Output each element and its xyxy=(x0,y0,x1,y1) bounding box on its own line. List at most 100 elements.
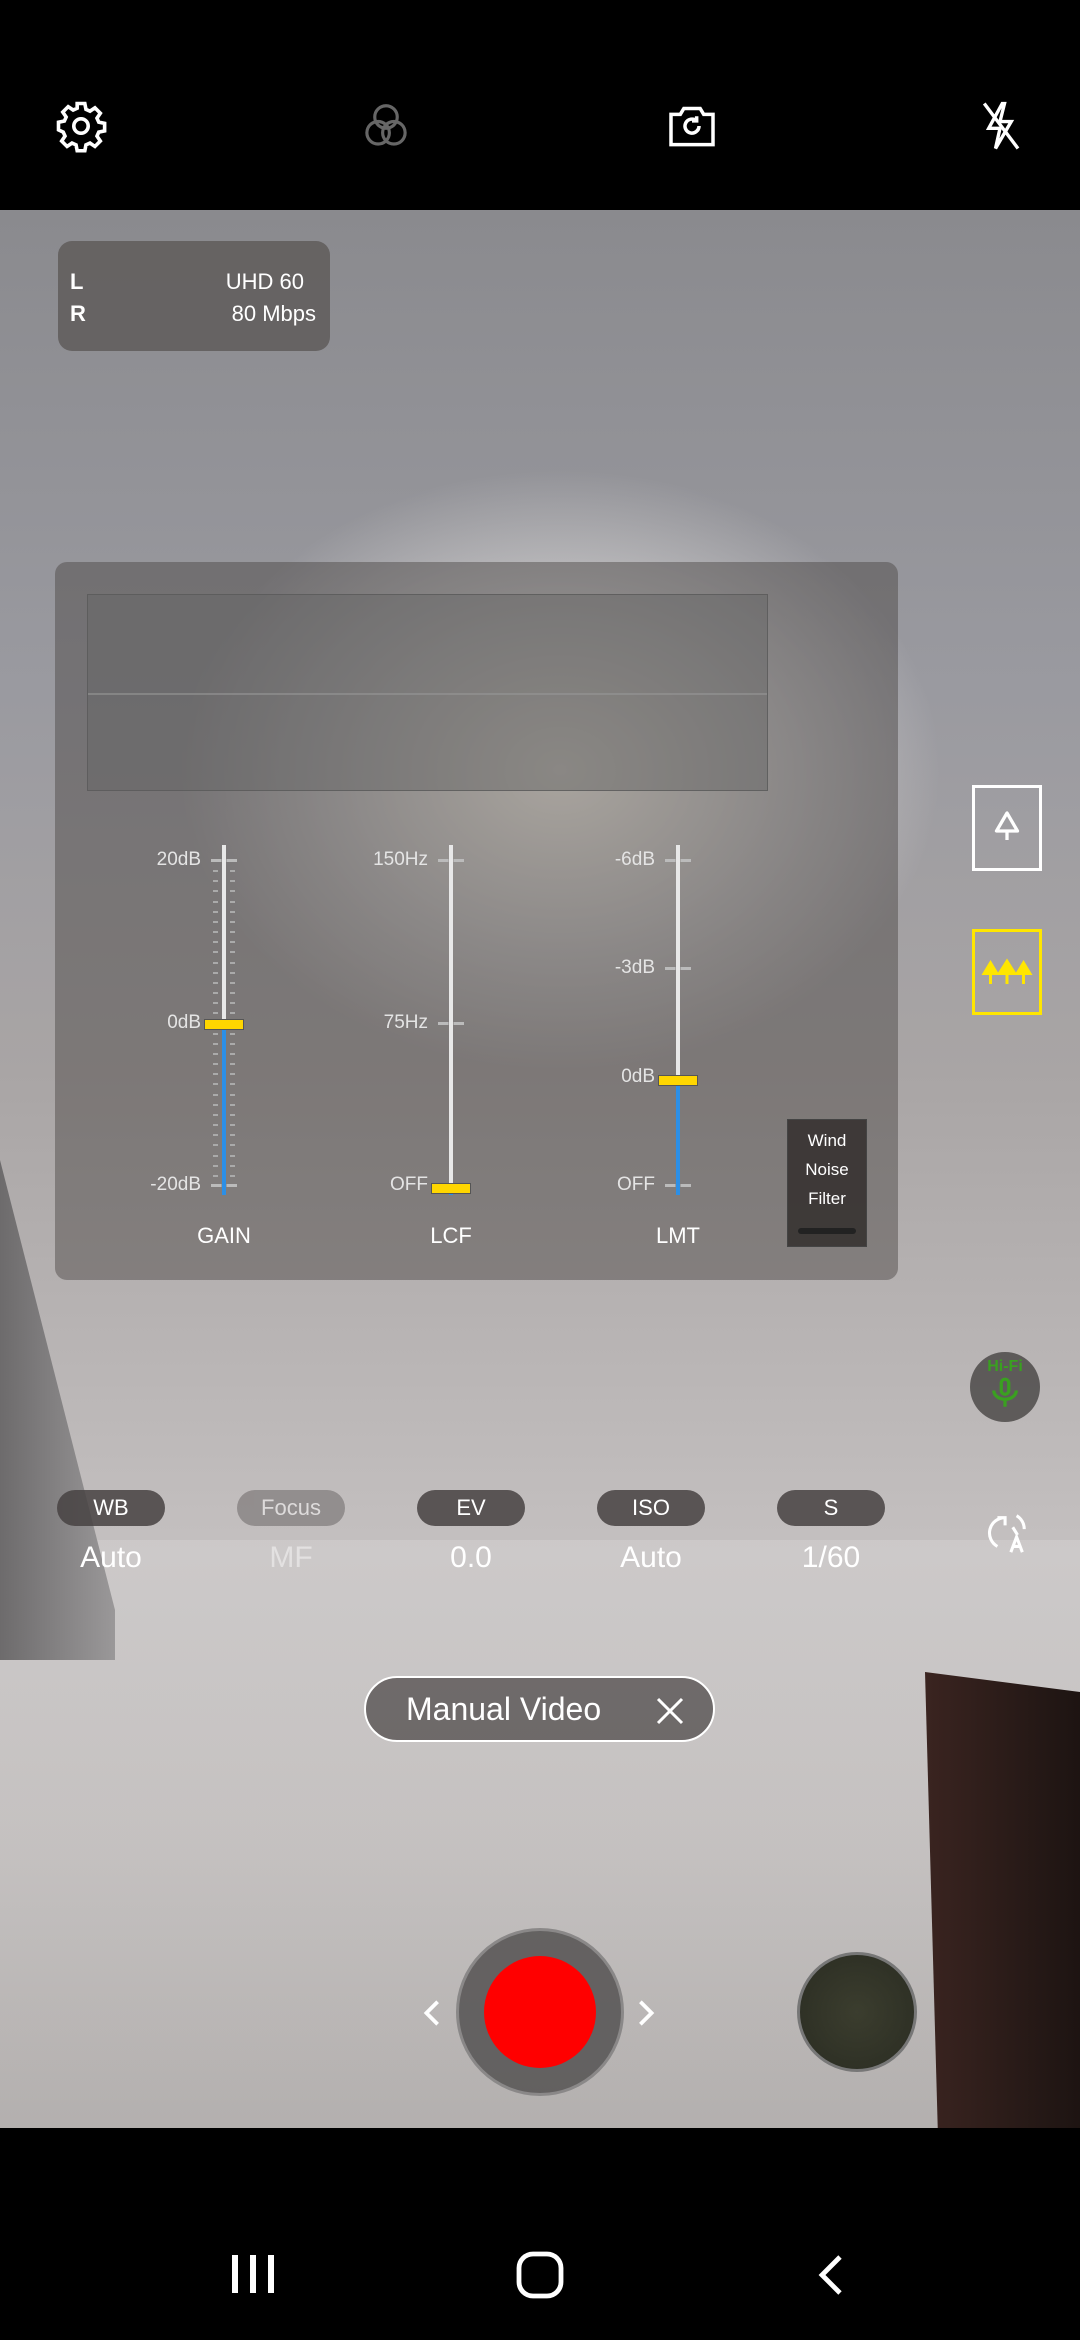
record-button[interactable] xyxy=(456,1928,624,2096)
slider-tick xyxy=(438,1021,464,1025)
slider-tick-label: -6dB xyxy=(614,849,655,870)
setting-label: ISO xyxy=(597,1490,705,1526)
record-indicator xyxy=(484,1956,596,2068)
minor-tick xyxy=(213,1063,218,1066)
slider-tick xyxy=(665,967,691,971)
minor-tick xyxy=(230,1052,235,1055)
slider-tick-label: -3dB xyxy=(614,957,655,979)
minor-tick xyxy=(230,890,235,893)
resolution-value: UHD 60 xyxy=(225,269,304,294)
minor-tick xyxy=(230,971,235,974)
minor-tick xyxy=(230,961,235,964)
settings-icon[interactable] xyxy=(51,96,111,156)
slider-label: GAIN xyxy=(197,1223,251,1248)
minor-tick xyxy=(230,1154,235,1157)
minor-tick xyxy=(230,951,235,954)
minor-tick xyxy=(230,981,235,984)
minor-tick xyxy=(213,992,218,995)
slider-tick-label: OFF xyxy=(390,1174,428,1195)
slider-tick-label: 0dB xyxy=(621,1065,655,1087)
minor-tick xyxy=(213,1103,218,1106)
minor-tick xyxy=(230,931,235,934)
slider-tick xyxy=(438,859,464,862)
color-filter-icon[interactable] xyxy=(356,96,416,156)
slider-label: LMT xyxy=(656,1223,700,1248)
back-icon[interactable] xyxy=(816,2253,846,2297)
minor-tick xyxy=(213,931,218,934)
slider-track[interactable] xyxy=(449,845,453,1195)
minor-tick xyxy=(213,1002,218,1005)
minor-tick xyxy=(230,1063,235,1066)
slider-tick-label: 150Hz xyxy=(373,849,428,870)
minor-tick xyxy=(213,1144,218,1147)
auto-rotate-button[interactable] xyxy=(980,1508,1034,1558)
minor-tick xyxy=(230,1124,235,1127)
flash-off-icon[interactable] xyxy=(970,96,1030,156)
wind-label: Wind xyxy=(807,1131,847,1150)
chevron-right-icon[interactable] xyxy=(636,1998,656,2028)
slider-handle[interactable] xyxy=(431,1183,471,1194)
noise-label: Noise xyxy=(805,1160,849,1179)
minor-tick xyxy=(213,1093,218,1096)
setting-value: 0.0 xyxy=(450,1541,492,1574)
minor-tick xyxy=(213,1012,218,1015)
hifi-label: Hi-Fi xyxy=(987,1358,1023,1375)
minor-tick xyxy=(213,941,218,944)
mic-mode-wide-button[interactable] xyxy=(972,929,1042,1015)
minor-tick xyxy=(213,1134,218,1137)
top-bar xyxy=(0,0,1080,210)
minor-tick xyxy=(213,951,218,954)
minor-tick xyxy=(230,1103,235,1106)
mode-chip[interactable]: Manual Video xyxy=(364,1676,715,1742)
switch-camera-icon[interactable] xyxy=(662,96,722,156)
minor-tick xyxy=(213,1052,218,1055)
minor-tick xyxy=(213,1083,218,1086)
setting-label: EV xyxy=(417,1490,525,1526)
navigation-bar xyxy=(0,2128,1080,2340)
minor-tick xyxy=(230,1002,235,1005)
minor-tick xyxy=(230,1144,235,1147)
left-channel-label: L xyxy=(70,269,84,294)
recording-info: L R UHD 60 80 Mbps xyxy=(58,241,330,351)
minor-tick xyxy=(230,900,235,903)
close-icon[interactable] xyxy=(655,1696,685,1726)
minor-tick xyxy=(213,880,218,883)
slider-handle[interactable] xyxy=(658,1074,698,1086)
recent-apps-icon[interactable] xyxy=(228,2253,280,2295)
home-icon[interactable] xyxy=(515,2250,565,2300)
minor-tick xyxy=(213,890,218,893)
mic-mode-single-button[interactable] xyxy=(972,785,1042,871)
minor-tick xyxy=(213,870,218,873)
minor-tick xyxy=(230,1093,235,1096)
minor-tick xyxy=(230,910,235,913)
slider-tick xyxy=(211,1184,237,1187)
slider-tick-label: 0dB xyxy=(167,1011,201,1033)
hifi-mic-button[interactable]: Hi-Fi xyxy=(970,1352,1040,1422)
bitrate-value: 80 Mbps xyxy=(231,301,316,326)
minor-tick xyxy=(213,981,218,984)
setting-value: Auto xyxy=(620,1541,682,1574)
tree-icon xyxy=(994,811,1020,840)
minor-tick xyxy=(230,992,235,995)
minor-tick xyxy=(230,880,235,883)
slider-tick xyxy=(665,1184,691,1187)
minor-tick xyxy=(213,1124,218,1127)
slider-tick-label: 20dB xyxy=(156,849,201,870)
chevron-left-icon[interactable] xyxy=(422,1998,442,2028)
minor-tick xyxy=(213,1164,218,1167)
slider-handle[interactable] xyxy=(204,1019,244,1030)
slider-tick xyxy=(665,859,691,862)
minor-tick xyxy=(213,1042,218,1045)
slider-tick-label: OFF xyxy=(617,1174,655,1195)
minor-tick xyxy=(213,971,218,974)
gallery-thumbnail[interactable] xyxy=(797,1952,917,2072)
microphone-icon xyxy=(992,1377,1018,1407)
wind-noise-filter-toggle[interactable]: Wind Noise Filter xyxy=(787,1119,867,1247)
audio-control-panel: 20dB 0dB -20dB GAIN 150Hz 75Hz OFF LCF -6dB -3dB 0… xyxy=(55,562,898,1280)
setting-value: Auto xyxy=(80,1541,142,1574)
minor-tick xyxy=(213,1113,218,1116)
setting-label: Focus xyxy=(237,1490,345,1526)
minor-tick xyxy=(213,1154,218,1157)
minor-tick xyxy=(230,1012,235,1015)
meter-divider xyxy=(88,693,767,695)
